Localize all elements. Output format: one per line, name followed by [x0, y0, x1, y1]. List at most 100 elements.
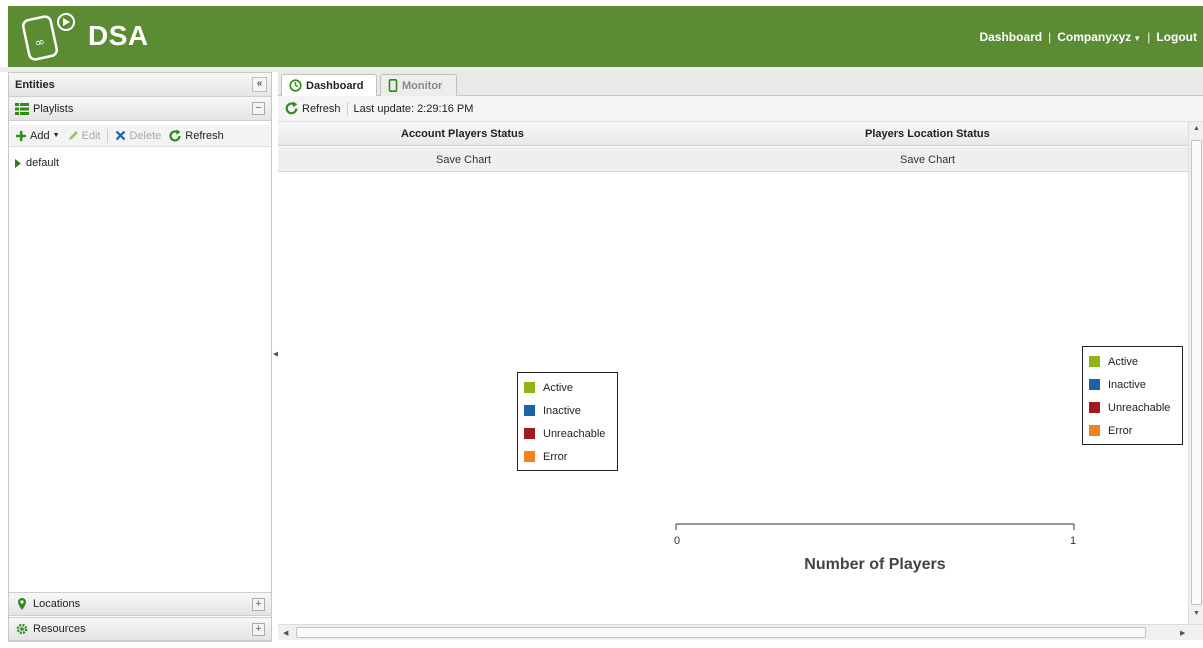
legend-swatch [1089, 379, 1100, 390]
chart-legend-left: Active Inactive Unreachable Error [517, 372, 618, 471]
legend-swatch [1089, 402, 1100, 413]
horizontal-scroll-thumb[interactable] [296, 627, 1146, 638]
tab-monitor[interactable]: Monitor [380, 74, 457, 96]
expand-section-button[interactable]: + [252, 623, 265, 636]
legend-item: Unreachable [1089, 396, 1176, 419]
refresh-button[interactable]: Refresh [168, 129, 224, 143]
location-pin-icon [18, 598, 26, 610]
legend-label: Unreachable [543, 427, 606, 440]
legend-item: Inactive [1089, 373, 1176, 396]
app-title: DSA [88, 20, 149, 51]
collapse-section-button[interactable]: − [252, 102, 265, 115]
edit-label: Edit [81, 129, 101, 142]
playlist-grid-icon [15, 102, 29, 115]
nav-company-menu[interactable]: Companyxyz ▼ [1057, 30, 1141, 44]
expand-section-button[interactable]: + [252, 598, 265, 611]
delete-label: Delete [129, 129, 162, 142]
last-update-text: Last update: 2:29:16 PM [353, 102, 474, 115]
vertical-scroll-thumb[interactable] [1191, 140, 1202, 605]
app-header: ∞ DSA Dashboard | Companyxyz ▼ | Logout [8, 6, 1203, 67]
nav-separator: | [1048, 30, 1052, 44]
add-button[interactable]: Add ▼ [15, 130, 60, 142]
tab-label: Dashboard [306, 79, 364, 92]
tab-bar: Dashboard Monitor [278, 72, 1203, 96]
dashboard-toolbar: Refresh Last update: 2:29:16 PM [278, 96, 1203, 122]
tree-item-default[interactable]: default [15, 157, 59, 169]
legend-swatch [1089, 356, 1100, 367]
app-logo-icon: ∞ [22, 13, 75, 61]
legend-label: Inactive [543, 404, 581, 417]
collapse-panel-button[interactable]: « [252, 77, 267, 92]
legend-item: Active [524, 376, 611, 399]
legend-item: Active [1089, 350, 1176, 373]
tab-label: Monitor [402, 79, 443, 92]
scroll-left-icon[interactable]: ◀ [283, 629, 288, 637]
save-chart-row: Save Chart Save Chart [278, 147, 1188, 172]
legend-label: Unreachable [1108, 401, 1171, 414]
playlist-toolbar: Add ▼ Edit Delete Refresh [9, 125, 271, 147]
plus-icon [16, 130, 26, 141]
account-players-status-title: Account Players Status [401, 128, 524, 140]
locations-section-header[interactable]: Locations + [9, 592, 271, 616]
pencil-icon [68, 130, 78, 140]
entities-header: Entities « [9, 73, 271, 97]
scroll-up-icon[interactable]: ▲ [1193, 125, 1200, 132]
chevron-down-icon: ▼ [1133, 34, 1142, 43]
playlists-section-header[interactable]: Playlists − [9, 97, 271, 121]
refresh-label: Refresh [185, 129, 224, 142]
players-location-status-title: Players Location Status [865, 128, 990, 140]
chart-legend-right: Active Inactive Unreachable Error [1082, 346, 1183, 445]
entities-panel: Entities « Playlists − Add ▼ Edit Delete… [8, 72, 272, 642]
edit-button[interactable]: Edit [67, 129, 101, 142]
locations-title: Locations [33, 598, 81, 610]
legend-swatch [524, 451, 535, 462]
nav-dashboard-link[interactable]: Dashboard [979, 30, 1042, 44]
resources-title: Resources [33, 623, 86, 635]
add-label: Add [30, 129, 50, 142]
scroll-down-icon[interactable]: ▼ [1193, 610, 1200, 617]
delete-button[interactable]: Delete [115, 130, 161, 142]
save-chart-button-right[interactable]: Save Chart [900, 154, 955, 166]
legend-label: Active [1108, 355, 1138, 368]
header-nav: Dashboard | Companyxyz ▼ | Logout [979, 30, 1197, 44]
nav-separator: | [1147, 30, 1151, 44]
legend-swatch [524, 405, 535, 416]
horizontal-scrollbar[interactable]: ◀ ▶ [278, 624, 1203, 640]
phone-icon [388, 79, 398, 92]
legend-label: Inactive [1108, 378, 1146, 391]
legend-label: Error [1108, 424, 1133, 437]
scroll-right-icon[interactable]: ▶ [1180, 629, 1185, 637]
toolbar-divider [346, 101, 348, 116]
refresh-label: Refresh [302, 102, 341, 115]
gear-icon [16, 623, 28, 635]
dashboard-refresh-button[interactable]: Refresh [284, 101, 341, 116]
resources-section-header[interactable]: Resources + [9, 617, 271, 641]
legend-item: Inactive [524, 399, 611, 422]
expand-arrow-icon [15, 158, 21, 168]
legend-label: Active [543, 381, 573, 394]
legend-item: Unreachable [524, 422, 611, 445]
legend-item: Error [1089, 419, 1176, 442]
tree-item-label: default [26, 157, 60, 169]
playlists-title: Playlists [33, 102, 74, 115]
entities-title: Entities [15, 78, 55, 91]
chart-headers: Account Players Status Players Location … [278, 122, 1188, 146]
refresh-icon [169, 129, 181, 142]
vertical-scrollbar[interactable]: ▲ ▼ [1188, 122, 1203, 624]
legend-swatch [524, 428, 535, 439]
x-tick-label: 1 [1070, 535, 1076, 547]
toolbar-divider [107, 128, 109, 143]
delete-x-icon [116, 130, 126, 141]
nav-company-label: Companyxyz [1057, 30, 1132, 44]
legend-swatch [524, 382, 535, 393]
nav-logout-link[interactable]: Logout [1156, 30, 1197, 44]
save-chart-button-left[interactable]: Save Chart [436, 154, 491, 166]
legend-swatch [1089, 425, 1100, 436]
x-axis-title: Number of Players [804, 556, 946, 573]
legend-item: Error [524, 445, 611, 468]
tab-dashboard[interactable]: Dashboard [281, 74, 377, 96]
refresh-icon [285, 101, 298, 115]
clock-icon [289, 79, 302, 92]
chevron-down-icon: ▼ [52, 132, 60, 139]
svg-text:∞: ∞ [34, 34, 47, 50]
